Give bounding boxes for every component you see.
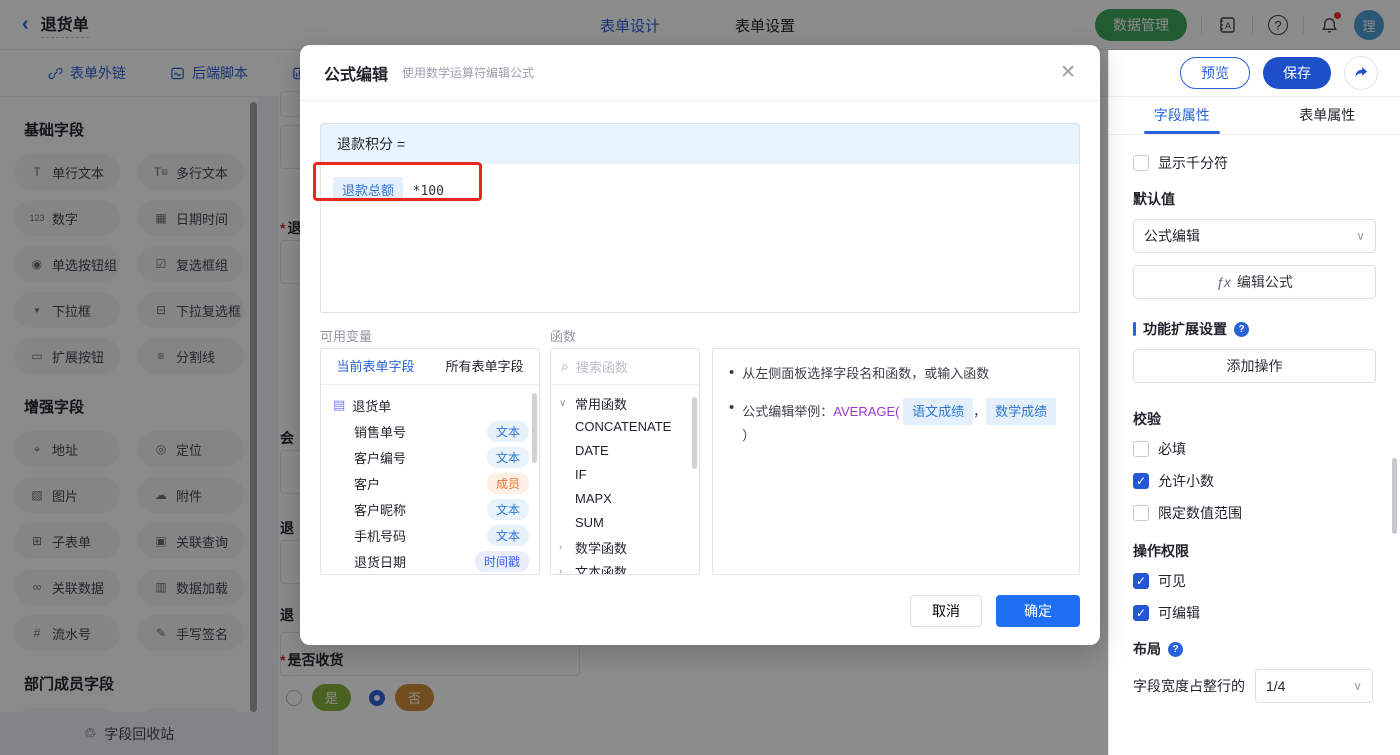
variable-row[interactable]: 手机号码 文本 — [333, 522, 529, 548]
save-button[interactable]: 保存 — [1263, 57, 1331, 89]
formula-field-chip[interactable]: 退款总额 — [333, 177, 404, 202]
extension-help-icon[interactable]: ? — [1234, 321, 1249, 337]
layout-title: 布局 — [1133, 641, 1161, 657]
fx-icon: ƒx — [1216, 274, 1231, 290]
help-tip-1: 从左侧面板选择字段名和函数，或输入函数 — [742, 366, 990, 381]
checkbox-checked-icon[interactable] — [1133, 473, 1149, 489]
cancel-button[interactable]: 取消 — [910, 595, 982, 627]
search-icon: ⌕ — [561, 358, 569, 374]
functions-scrollbar[interactable] — [692, 397, 697, 469]
confirm-button[interactable]: 确定 — [996, 595, 1080, 627]
chevron-down-icon: ∨ — [1353, 679, 1362, 693]
bullet: • — [729, 364, 735, 381]
properties-drawer: 预览 保存 字段属性 表单属性 显示千分符 默认值 公式编辑 ∨ ƒx 编辑公式… — [1108, 50, 1400, 755]
formula-help-panel: • 从左侧面板选择字段名和函数，或输入函数 • 公式编辑举例：AVERAGE( … — [712, 348, 1080, 575]
variable-row[interactable]: 客户 成员 — [333, 470, 529, 496]
default-value-label: 默认值 — [1133, 191, 1175, 207]
function-group-text[interactable]: › 文本函数 — [559, 559, 691, 575]
type-badge: 文本 — [486, 446, 529, 468]
default-value-select[interactable]: 公式编辑 ∨ — [1133, 219, 1376, 253]
search-placeholder: 搜索函数 — [575, 360, 628, 375]
formula-editor-body[interactable]: 退款总额 *100 — [321, 164, 1079, 312]
example-chip: 语文成绩 — [903, 398, 974, 425]
function-group-math[interactable]: › 数学函数 — [559, 535, 691, 559]
checkbox-limit-range[interactable]: 限定数值范围 — [1133, 503, 1376, 523]
help-tip-2: 公式编辑举例：AVERAGE( 语文成绩，数学成绩） — [742, 398, 1063, 446]
document-icon: ▤ — [333, 397, 346, 412]
edit-formula-button[interactable]: ƒx 编辑公式 — [1133, 265, 1376, 299]
variable-row[interactable]: 客户昵称 文本 — [333, 496, 529, 522]
close-icon[interactable]: ✕ — [1060, 61, 1076, 84]
checkbox-visible[interactable]: 可见 — [1133, 571, 1376, 591]
section-accent-bar — [1133, 322, 1136, 336]
caret-down-icon: ∨ — [559, 397, 567, 409]
variable-row[interactable]: 退货日期 时间戳 — [333, 548, 529, 574]
caret-right-icon: › — [559, 565, 563, 575]
function-group-common[interactable]: ∨ 常用函数 — [559, 391, 691, 415]
modal-title: 公式编辑 — [324, 66, 389, 84]
modal-subtitle: 使用数学运算符编辑公式 — [402, 66, 535, 80]
function-search-input[interactable]: ⌕ 搜索函数 — [551, 349, 699, 385]
permissions-title: 操作权限 — [1133, 543, 1189, 559]
chevron-down-icon: ∨ — [1356, 229, 1365, 243]
layout-help-icon[interactable]: ? — [1168, 641, 1183, 657]
function-item[interactable]: IF — [559, 463, 691, 487]
tree-root-form[interactable]: ▤ 退货单 — [333, 392, 529, 418]
tab-field-properties[interactable]: 字段属性 — [1109, 97, 1255, 134]
type-badge: 文本 — [486, 524, 529, 546]
checkbox-editable[interactable]: 可编辑 — [1133, 603, 1376, 623]
type-badge: 成员 — [486, 472, 529, 494]
field-width-select[interactable]: 1/4 ∨ — [1255, 669, 1373, 703]
formula-editor-modal: 公式编辑 使用数学运算符编辑公式 ✕ 退款积分 = 退款总额 *100 可用变量… — [300, 45, 1100, 645]
checkbox-checked-icon[interactable] — [1133, 605, 1149, 621]
extension-settings-title: 功能扩展设置 — [1143, 321, 1227, 337]
function-name-example: AVERAGE( — [833, 404, 900, 419]
checkbox-thousand-separator[interactable]: 显示千分符 — [1133, 153, 1376, 173]
share-arrow-icon — [1355, 67, 1367, 77]
variable-row[interactable]: 客户编号 文本 — [333, 444, 529, 470]
checkbox-icon[interactable] — [1133, 155, 1149, 171]
function-item[interactable]: MAPX — [559, 487, 691, 511]
checkbox-icon[interactable] — [1133, 505, 1149, 521]
tab-form-properties[interactable]: 表单属性 — [1255, 97, 1400, 134]
type-badge: 文本 — [486, 420, 529, 442]
formula-expression-text: *100 — [412, 184, 444, 199]
function-item[interactable]: SUM — [559, 511, 691, 535]
example-chip: 数学成绩 — [986, 398, 1057, 425]
caret-right-icon: › — [559, 541, 563, 553]
add-action-button[interactable]: 添加操作 — [1133, 349, 1376, 383]
formula-input-area: 退款积分 = 退款总额 *100 — [320, 123, 1080, 313]
checkbox-checked-icon[interactable] — [1133, 573, 1149, 589]
variables-scrollbar[interactable] — [532, 393, 537, 463]
tab-current-form-fields[interactable]: 当前表单字段 — [321, 349, 430, 384]
function-item[interactable]: DATE — [559, 439, 691, 463]
field-width-label: 字段宽度占整行的 — [1133, 678, 1245, 694]
checkbox-allow-decimal[interactable]: 允许小数 — [1133, 471, 1376, 491]
share-button[interactable] — [1344, 56, 1378, 90]
variable-row[interactable]: 销售单号 文本 — [333, 418, 529, 444]
validation-title: 校验 — [1133, 411, 1161, 427]
functions-panel: ⌕ 搜索函数 ∨ 常用函数 CONCATENATE DATE IF MAPX S… — [550, 348, 700, 575]
checkbox-icon[interactable] — [1133, 441, 1149, 457]
formula-target: 退款积分 = — [321, 124, 1079, 164]
function-item[interactable]: CONCATENATE — [559, 415, 691, 439]
tab-all-form-fields[interactable]: 所有表单字段 — [430, 349, 539, 384]
bullet: • — [729, 399, 735, 416]
variables-label: 可用变量 — [320, 329, 373, 344]
type-badge: 文本 — [486, 498, 529, 520]
drawer-scrollbar[interactable] — [1392, 458, 1397, 534]
variables-panel: 当前表单字段 所有表单字段 ▤ 退货单 销售单号 文本 客户编号 文本 客户 成员 客… — [320, 348, 540, 575]
checkbox-required[interactable]: 必填 — [1133, 439, 1376, 459]
preview-button[interactable]: 预览 — [1180, 57, 1250, 89]
type-badge: 时间戳 — [474, 550, 529, 572]
functions-label: 函数 — [550, 329, 577, 344]
